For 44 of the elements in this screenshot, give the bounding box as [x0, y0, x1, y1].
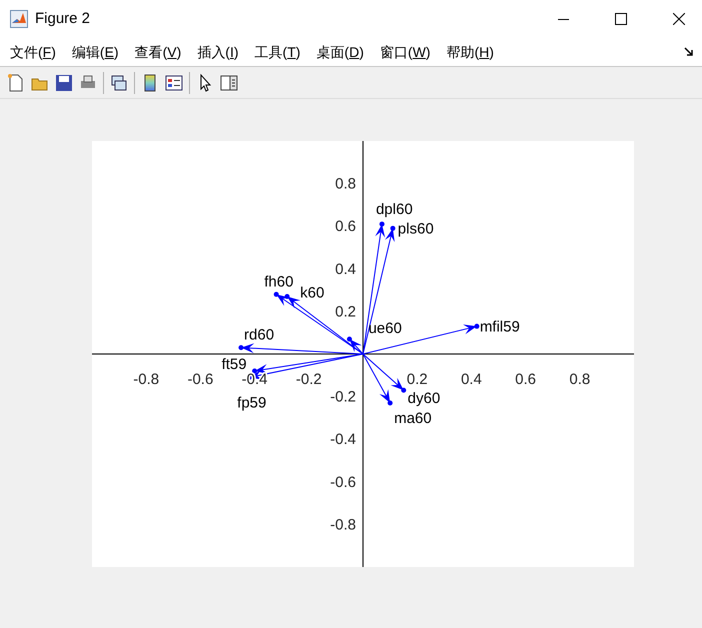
- y-tick-label: -0.8: [330, 516, 356, 534]
- menu-item[interactable]: 插入(I): [197, 42, 239, 62]
- vector-label: dpl60: [376, 201, 413, 218]
- menu-item[interactable]: 帮助(H): [446, 42, 494, 62]
- vector-label: ft59: [222, 356, 247, 374]
- window-title: Figure 2: [35, 8, 90, 29]
- vector-label: fp59: [237, 394, 266, 412]
- y-tick-label: 0.8: [335, 176, 356, 193]
- point: [346, 336, 352, 342]
- point: [401, 388, 406, 393]
- x-tick-label: 0.8: [569, 371, 590, 388]
- point: [388, 400, 393, 406]
- vector-label: mfil59: [480, 318, 520, 336]
- point: [379, 222, 384, 227]
- vector-label: rd60: [244, 326, 274, 344]
- point: [390, 226, 396, 231]
- x-tick-label: 0.6: [515, 371, 536, 388]
- vector-label: ma60: [394, 410, 432, 427]
- x-tick-label: -0.2: [296, 371, 322, 388]
- point: [284, 294, 290, 299]
- y-tick-label: -0.4: [330, 431, 356, 448]
- y-tick-label: -0.6: [330, 474, 356, 491]
- x-tick-label: -0.8: [133, 371, 160, 388]
- x-tick-label: 0.4: [460, 371, 482, 388]
- menu-item[interactable]: 工具(T): [254, 42, 300, 62]
- vector-label: k60: [300, 284, 324, 302]
- x-tick-label: 0.2: [406, 371, 428, 388]
- menu-item[interactable]: 桌面(D): [316, 42, 364, 62]
- y-tick-label: 0.2: [335, 303, 356, 320]
- y-tick-label: 0.6: [335, 218, 356, 236]
- vector-label: pls60: [398, 220, 434, 238]
- y-tick-label: 0.4: [335, 260, 356, 278]
- point: [274, 292, 279, 297]
- point: [474, 324, 480, 329]
- point: [238, 345, 244, 350]
- x-tick-label: -0.6: [187, 371, 214, 388]
- menu-item[interactable]: 文件(F): [10, 42, 56, 62]
- menu-item[interactable]: 编辑(E): [72, 42, 119, 62]
- vector-label: dy60: [408, 390, 440, 408]
- menu-item[interactable]: 查看(V): [134, 42, 182, 62]
- menu-item[interactable]: 窗口(W): [380, 42, 430, 62]
- vector-label: ue60: [368, 320, 402, 338]
- y-tick-label: -0.2: [330, 388, 356, 406]
- vector-label: fh60: [264, 273, 294, 290]
